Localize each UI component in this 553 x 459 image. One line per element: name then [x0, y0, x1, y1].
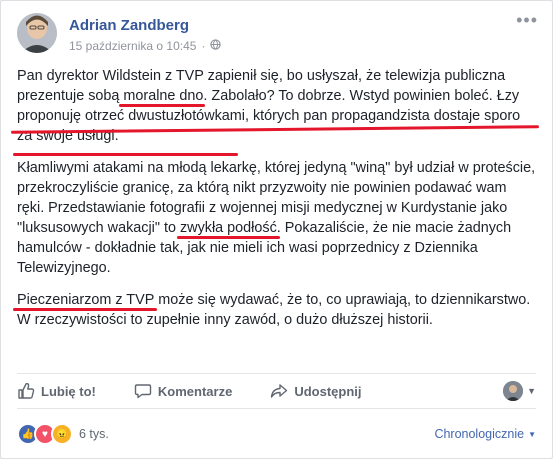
more-options-icon[interactable]: •••	[516, 11, 538, 29]
text-segment: Pieczeniarzom z TVP	[17, 292, 155, 308]
text-segment: . Zabolało? To dobrze. Wstyd powinien bo…	[203, 88, 497, 104]
post-card: Adrian Zandberg 15 października o 10:45 …	[0, 0, 553, 459]
underlined-zwykla-podlosc: zwykła podłość	[176, 220, 280, 239]
reactions-count[interactable]: 6 tys.	[79, 427, 109, 441]
comment-button[interactable]: Komentarze	[134, 382, 232, 400]
post-paragraph: Pieczeniarzom z TVP może się wydawać, że…	[13, 290, 537, 330]
underlined-moralne-dno: moralne dno	[119, 88, 206, 107]
action-bar: Lubię to! Komentarze Udostępnij ▼	[17, 373, 536, 409]
post-body: Pan dyrektor Wildstein z TVP zapienił si…	[13, 66, 537, 342]
share-label: Udostępnij	[294, 383, 362, 399]
share-icon	[271, 384, 288, 398]
red-underline	[13, 153, 238, 156]
post-paragraph: Pan dyrektor Wildstein z TVP zapienił si…	[17, 66, 537, 146]
post-as-selector[interactable]: ▼	[503, 381, 536, 401]
angry-reaction-icon: 😠	[51, 423, 73, 445]
post-timestamp[interactable]: 15 października o 10:45	[69, 39, 196, 53]
text-segment: moralne dno	[123, 88, 204, 104]
author-avatar[interactable]	[17, 13, 57, 53]
post-paragraph: Kłamliwymi atakami na młodą lekarkę, któ…	[17, 158, 537, 278]
share-button[interactable]: Udostępnij	[270, 382, 361, 400]
author-name[interactable]: Adrian Zandberg	[69, 17, 189, 34]
text-segment: zwykła podłość	[179, 220, 277, 236]
post-meta: 15 października o 10:45 ·	[69, 39, 222, 53]
sort-label: Chronologicznie	[434, 427, 525, 441]
comment-sort-dropdown[interactable]: Chronologicznie ▼	[434, 427, 536, 441]
comment-label: Komentarze	[157, 383, 233, 399]
red-underline	[119, 104, 206, 107]
red-underline	[13, 308, 158, 311]
caret-down-icon: ▼	[527, 386, 536, 396]
reactions-footer: 👍 ♥ 😠 6 tys. Chronologicznie ▼	[17, 419, 536, 449]
viewer-avatar	[503, 381, 524, 401]
reaction-icons[interactable]: 👍 ♥ 😠	[17, 423, 73, 445]
thumbs-up-icon	[18, 382, 35, 399]
red-underline	[176, 236, 280, 239]
globe-icon[interactable]	[210, 39, 222, 53]
like-button[interactable]: Lubię to!	[17, 382, 96, 400]
caret-down-icon: ▼	[528, 429, 536, 439]
like-label: Lubię to!	[41, 383, 96, 399]
comment-icon	[134, 384, 152, 399]
meta-separator: ·	[201, 39, 206, 53]
underlined-pieczeniarzom: Pieczeniarzom z TVP	[13, 292, 158, 311]
